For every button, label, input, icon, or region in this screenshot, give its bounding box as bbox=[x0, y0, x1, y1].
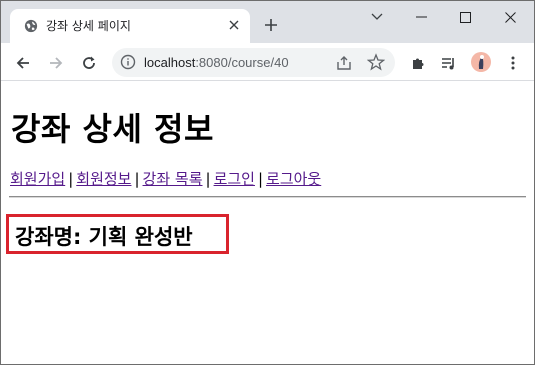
logout-link[interactable]: 로그아웃 bbox=[266, 170, 321, 188]
nav-separator: | bbox=[257, 170, 264, 188]
url-path: :8080/course/40 bbox=[195, 55, 289, 70]
course-name-highlight: 강좌명: 기획 완성반 bbox=[6, 214, 229, 254]
tab-strip: 강좌 상세 페이지 bbox=[1, 1, 534, 43]
page-content: 강좌 상세 정보 회원가입 | 회원정보 | 강좌 목록 | 로그인 | 로그아웃 강좌명: 기… bbox=[1, 82, 534, 364]
course-list-link[interactable]: 강좌 목록 bbox=[143, 170, 203, 188]
share-icon[interactable] bbox=[335, 54, 353, 72]
avatar[interactable] bbox=[471, 52, 491, 72]
plus-icon[interactable] bbox=[261, 15, 281, 35]
window-close-button[interactable] bbox=[495, 5, 525, 29]
info-icon[interactable] bbox=[120, 54, 136, 70]
nav-separator: | bbox=[134, 170, 140, 188]
url-host: localhost bbox=[144, 55, 196, 70]
kebab-menu-icon[interactable] bbox=[502, 52, 524, 74]
arrow-right-icon[interactable] bbox=[45, 52, 67, 74]
nav-separator: | bbox=[205, 170, 211, 188]
page-title: 강좌 상세 정보 bbox=[11, 110, 214, 148]
maximize-button[interactable] bbox=[450, 5, 480, 29]
tab-search-chevron-icon[interactable] bbox=[362, 5, 392, 29]
signup-link[interactable]: 회원가입 bbox=[10, 170, 65, 188]
active-tab[interactable]: 강좌 상세 페이지 bbox=[10, 9, 250, 43]
browser-toolbar: localhost:8080/course/40 bbox=[1, 43, 534, 81]
reload-icon[interactable] bbox=[78, 52, 100, 74]
course-name: 강좌명: 기획 완성반 bbox=[15, 225, 193, 249]
address-bar[interactable]: localhost:8080/course/40 bbox=[112, 48, 395, 77]
arrow-left-icon[interactable] bbox=[12, 52, 34, 74]
nav-separator: | bbox=[68, 170, 74, 188]
puzzle-icon[interactable] bbox=[407, 52, 429, 74]
divider bbox=[9, 196, 526, 198]
media-playlist-icon[interactable] bbox=[437, 52, 459, 74]
tab-title: 강좌 상세 페이지 bbox=[46, 19, 131, 33]
star-icon[interactable] bbox=[367, 53, 385, 71]
browser-window: 강좌 상세 페이지 localhost:8080/course/40 강좌 상세… bbox=[0, 0, 535, 365]
nav-links: 회원가입 | 회원정보 | 강좌 목록 | 로그인 | 로그아웃 bbox=[10, 168, 321, 189]
member-info-link[interactable]: 회원정보 bbox=[76, 170, 131, 188]
url-text[interactable]: localhost:8080/course/40 bbox=[144, 55, 289, 70]
globe-icon bbox=[24, 19, 38, 33]
login-link[interactable]: 로그인 bbox=[214, 170, 255, 188]
close-icon[interactable] bbox=[225, 16, 243, 34]
minimize-button[interactable] bbox=[406, 5, 436, 29]
